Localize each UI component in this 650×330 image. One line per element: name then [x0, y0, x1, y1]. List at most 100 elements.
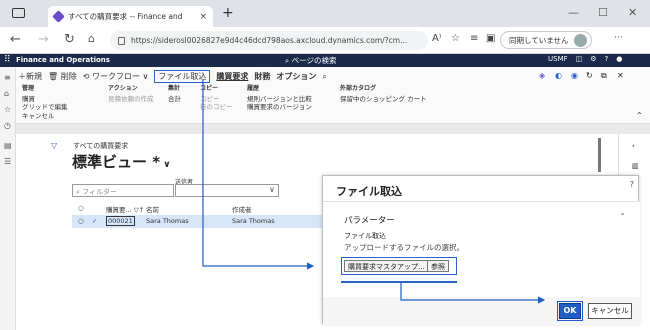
sync-label: 同期していません [509, 35, 569, 45]
favorite-icon[interactable]: ☆ [451, 33, 460, 44]
grid-header: ○ 購買要... ▽↑ 名前 作成者 [72, 202, 332, 214]
tab-finance[interactable]: 財務 [254, 71, 270, 82]
popout-icon[interactable]: ⧉ [601, 71, 607, 81]
column-header[interactable]: 購買要... ▽↑ [106, 204, 144, 214]
back-icon[interactable]: ← [10, 32, 21, 47]
url-field[interactable]: https://siderosl0026827e9d4c46dcd798aos.… [110, 31, 428, 50]
browser-tab-strip: すべての購買要求 -- Finance and × + — ☐ ✕ [0, 0, 650, 27]
group-header: アクション [108, 85, 138, 92]
app-header: ⠿ Finance and Operations ⌕ ページの検索 USMF ◫… [0, 54, 650, 67]
window-icon[interactable] [12, 8, 25, 18]
filter-funnel-icon[interactable]: ▽ [51, 141, 57, 150]
action-item[interactable]: 保留中のショッピング カート [340, 95, 427, 104]
favorites-nav-icon[interactable]: ☆ [4, 105, 11, 114]
help-icon[interactable]: ? [630, 180, 634, 189]
action-item[interactable]: グリッドで編集 [22, 103, 68, 112]
new-tab-icon[interactable]: + [222, 5, 234, 21]
tab-purchase-requisition[interactable]: 購買要求 [216, 71, 248, 82]
select-all-radio[interactable]: ○ [78, 204, 84, 212]
read-aloud-icon[interactable]: A⁾ [432, 33, 441, 44]
group-header: 管理 [22, 85, 35, 92]
forward-icon[interactable]: → [38, 32, 49, 47]
office-icon[interactable]: ◐ [555, 71, 562, 80]
collections-icon[interactable]: ▣ [486, 33, 495, 44]
field-label: ファイル取込 [344, 232, 386, 240]
help-icon[interactable]: ? [605, 55, 609, 63]
page-search[interactable]: ⌕ ページの検索 [285, 55, 336, 66]
minimize-icon[interactable]: — [568, 6, 579, 19]
chevron-up-icon[interactable]: ⌃ [619, 212, 626, 221]
action-item[interactable]: コピー [200, 95, 233, 104]
filter-input[interactable]: ⌕ フィルター [72, 184, 174, 197]
delete-label: 削除 [60, 72, 77, 81]
file-name-field[interactable]: 購買要求マスタアップ... [344, 260, 429, 272]
refresh-icon[interactable]: ↻ [64, 32, 75, 47]
menu-icon[interactable]: ≡ [4, 73, 11, 82]
diamond-icon[interactable]: ◈ [539, 71, 545, 80]
recent-icon[interactable]: ◷ [4, 121, 11, 130]
settings-icon[interactable]: ⚙ [590, 55, 596, 63]
group-header: 集計 [168, 85, 181, 92]
app-launcher-icon[interactable]: ⠿ [4, 55, 11, 65]
attach-icon[interactable]: ◉ [571, 71, 578, 80]
company-picker[interactable]: USMF [548, 55, 568, 63]
tab-close-icon[interactable]: × [199, 12, 207, 22]
row-radio[interactable]: ○ [78, 217, 84, 225]
profile-avatar [573, 33, 587, 47]
more-icon[interactable]: ··· [614, 33, 623, 43]
column-header[interactable]: 名前 [146, 204, 159, 214]
action-item[interactable]: 規則バージョンと比較 [247, 95, 312, 104]
group-totals: 集計 合計 [168, 85, 181, 103]
notification-icon[interactable]: ◫ [576, 55, 583, 63]
browse-button[interactable]: 参照 [427, 260, 449, 272]
new-button[interactable]: ＋新規 [18, 71, 42, 82]
table-row[interactable]: ○ ✓ 000021 Sara Thomas Sara Thomas [72, 215, 332, 228]
group-header: コピー [200, 85, 219, 92]
user-avatar[interactable]: ● [616, 55, 622, 63]
view-selector[interactable]: 標準ビュー * ∨ [72, 151, 171, 172]
action-item[interactable]: 購買 [22, 95, 68, 104]
column-header[interactable]: 作成者 [232, 204, 252, 214]
dialog-title: ファイル取込 [336, 185, 402, 198]
action-item[interactable]: 合計 [168, 95, 181, 104]
related-info-tab[interactable]: ▥ [632, 162, 639, 170]
chevron-left-icon[interactable]: ‹ [632, 142, 635, 150]
favorites-bar-icon[interactable]: ≡ [470, 33, 478, 44]
file-upload-group: 購買要求マスタアップ... 参照 [341, 257, 457, 275]
check-icon: ✓ [92, 217, 98, 225]
action-item[interactable]: 購買要求のバージョン [247, 103, 312, 112]
tab-options[interactable]: オプション [276, 71, 316, 82]
delete-button[interactable]: 🗑 削除 [48, 71, 77, 82]
close-window-icon[interactable]: ✕ [628, 6, 637, 19]
action-item[interactable]: キャンセル [22, 112, 68, 121]
browser-tab[interactable]: すべての購買要求 -- Finance and × [48, 6, 213, 27]
cancel-button[interactable]: キャンセル [588, 303, 632, 319]
collapse-icon[interactable]: ⌃ [636, 111, 643, 120]
file-import-button[interactable]: ファイル取込 [154, 70, 211, 83]
close-page-icon[interactable]: ✕ [617, 71, 624, 80]
column-header-label: 購買要... [106, 206, 132, 214]
requisition-id-link[interactable]: 000021 [106, 216, 135, 226]
action-pane-tabs: ＋新規 🗑 削除 ⟲ ワークフロー ∨ ファイル取込 購買要求 財務 オプション… [18, 70, 327, 83]
lookup-combobox[interactable]: ∨ [175, 184, 279, 197]
group-history: 履歴 規則バージョンと比較 購買要求のバージョン [247, 85, 312, 112]
view-title: 標準ビュー * [72, 153, 161, 171]
scrollbar[interactable] [598, 138, 601, 172]
workspaces-icon[interactable]: ▤ [4, 141, 12, 150]
page-search-label: ページの検索 [291, 56, 337, 65]
home-nav-icon[interactable]: ⌂ [4, 89, 9, 98]
action-item[interactable]: 行のコピー [200, 103, 233, 112]
refresh-page-icon[interactable]: ↻ [586, 71, 593, 80]
maximize-icon[interactable]: ☐ [598, 6, 608, 19]
home-icon[interactable]: ⌂ [88, 32, 95, 45]
section-title[interactable]: パラメーター [344, 214, 395, 226]
ok-button[interactable]: OK [557, 301, 583, 321]
workflow-button[interactable]: ⟲ ワークフロー ∨ [83, 71, 149, 82]
sync-status-button[interactable]: 同期していません [500, 31, 592, 49]
row-created-by: Sara Thomas [232, 217, 275, 225]
search-icon[interactable]: ⌕ [322, 72, 326, 82]
address-bar: ← → ↻ ⌂ https://siderosl0026827e9d4c46dc… [0, 27, 650, 54]
focus-underline [341, 281, 457, 283]
modules-icon[interactable]: ☰ [4, 157, 11, 166]
action-item[interactable]: 見積依頼の作成 [108, 95, 154, 104]
